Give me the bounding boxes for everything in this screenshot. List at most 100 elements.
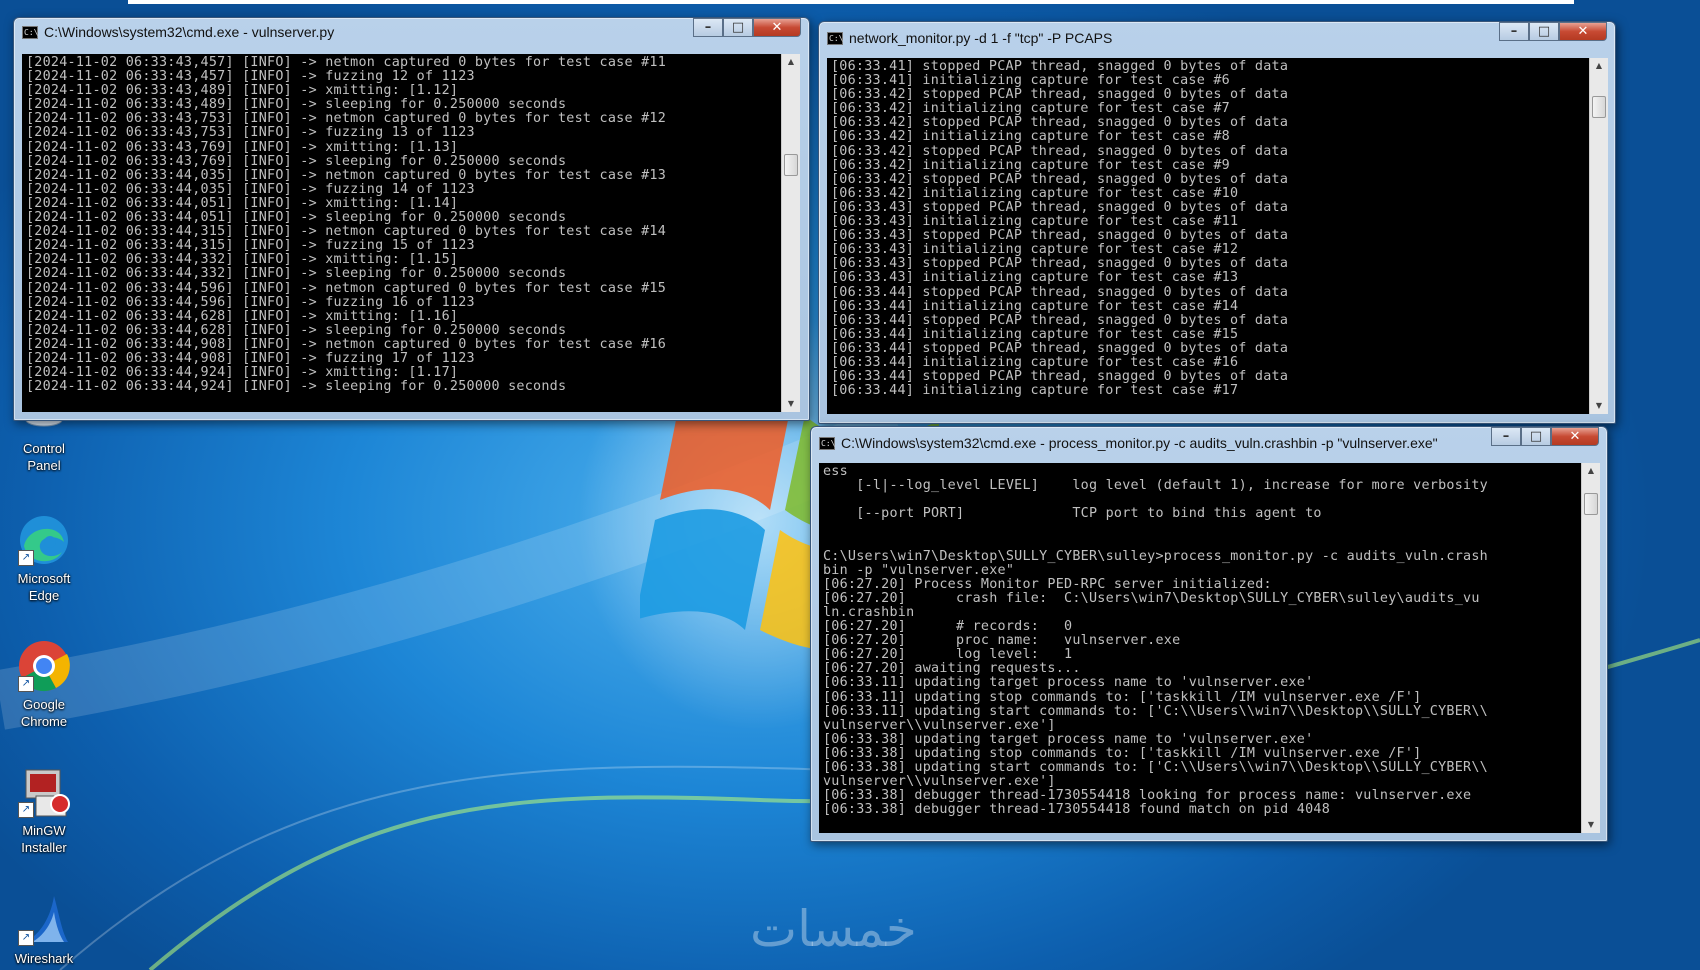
console-line: vulnserver\\vulnserver.exe'] (823, 717, 1056, 733)
window-controls: – □ ✕ (1499, 22, 1607, 41)
scroll-up-arrow-icon[interactable]: ▲ (1590, 58, 1608, 74)
console-line: [2024-11-02 06:33:44,315] [INFO] -> fuzz… (26, 238, 475, 254)
console-line: [2024-11-02 06:33:44,035] [INFO] -> fuzz… (26, 181, 475, 197)
desktop-icon-label: MinGW (22, 823, 66, 838)
scroll-down-arrow-icon[interactable]: ▼ (782, 396, 800, 412)
window-title: C:\Windows\system32\cmd.exe - vulnserver… (44, 24, 335, 40)
console-line: [-l|--log_level LEVEL] log level (defaul… (823, 478, 1488, 494)
console-line: [2024-11-02 06:33:44,628] [INFO] -> xmit… (26, 308, 459, 324)
window-title: network_monitor.py -d 1 -f "tcp" -P PCAP… (849, 30, 1113, 46)
console-line: [2024-11-02 06:33:44,924] [INFO] -> slee… (26, 379, 567, 395)
desktop-icon-edge[interactable]: ↗ Microsoft Edge (8, 512, 80, 604)
console-line: [2024-11-02 06:33:43,769] [INFO] -> xmit… (26, 139, 459, 155)
console-output[interactable]: [06:33.41] stopped PCAP thread, snagged … (827, 58, 1589, 414)
console-line: [06:33.41] stopped PCAP thread, snagged … (831, 59, 1289, 74)
vertical-scrollbar[interactable]: ▲ ▼ (1581, 463, 1600, 833)
scroll-thumb[interactable] (1584, 493, 1598, 515)
desktop-icon-control-panel[interactable]: Control Panel (8, 412, 80, 474)
console-line: [2024-11-02 06:33:43,753] [INFO] -> fuzz… (26, 125, 475, 141)
console-line: [06:33.44] stopped PCAP thread, snagged … (831, 340, 1289, 356)
window-network-monitor[interactable]: C:\ network_monitor.py -d 1 -f "tcp" -P … (818, 21, 1616, 424)
desktop-icon-chrome[interactable]: ↗ Google Chrome (8, 638, 80, 730)
desktop-icon-label: Microsoft (17, 571, 71, 586)
console-line: [06:33.38] updating start commands to: [… (823, 759, 1488, 775)
window-process-monitor[interactable]: C:\ C:\Windows\system32\cmd.exe - proces… (810, 426, 1608, 842)
console-line: [2024-11-02 06:33:43,457] [INFO] -> netm… (26, 55, 667, 70)
console-output[interactable]: [2024-11-02 06:33:43,457] [INFO] -> netm… (22, 54, 781, 412)
console-line: [06:33.43] stopped PCAP thread, snagged … (831, 199, 1289, 215)
console-line: [06:33.44] initializing capture for test… (831, 326, 1239, 342)
console-line: [06:27.20] proc name: vulnserver.exe (823, 633, 1181, 649)
maximize-button[interactable]: □ (1521, 427, 1551, 446)
console-line: [2024-11-02 06:33:44,908] [INFO] -> netm… (26, 336, 667, 352)
maximize-button[interactable]: □ (723, 18, 753, 37)
console-line: [06:27.20] # records: 0 (823, 619, 1073, 635)
window-title-bar[interactable]: C:\ C:\Windows\system32\cmd.exe - proces… (819, 433, 1457, 453)
minimize-button[interactable]: – (1491, 427, 1521, 446)
console-line: [06:33.11] updating start commands to: [… (823, 703, 1488, 719)
shortcut-arrow-icon: ↗ (18, 802, 34, 818)
scroll-thumb[interactable] (1592, 96, 1606, 118)
console-line: [06:33.44] stopped PCAP thread, snagged … (831, 312, 1289, 328)
desktop-icon-wireshark[interactable]: ↗ Wireshark (8, 892, 80, 967)
console-line: [2024-11-02 06:33:44,035] [INFO] -> netm… (26, 167, 667, 183)
console-line: [06:33.43] stopped PCAP thread, snagged … (831, 256, 1289, 272)
shortcut-arrow-icon: ↗ (18, 676, 34, 692)
console-line: [06:33.42] initializing capture for test… (831, 129, 1230, 145)
vertical-scrollbar[interactable]: ▲ ▼ (1589, 58, 1608, 414)
console-line: [06:33.44] stopped PCAP thread, snagged … (831, 284, 1289, 300)
scroll-thumb[interactable] (784, 154, 798, 176)
console-line: [2024-11-02 06:33:43,753] [INFO] -> netm… (26, 111, 667, 127)
console-line: [2024-11-02 06:33:44,628] [INFO] -> slee… (26, 322, 567, 338)
window-title-bar[interactable]: C:\ C:\Windows\system32\cmd.exe - vulnse… (22, 22, 659, 42)
console-line: [2024-11-02 06:33:44,051] [INFO] -> slee… (26, 210, 567, 226)
scroll-down-arrow-icon[interactable]: ▼ (1582, 817, 1600, 833)
close-button[interactable]: ✕ (1559, 22, 1607, 41)
console-line: [06:33.43] initializing capture for test… (831, 270, 1239, 286)
console-line: [06:33.44] initializing capture for test… (831, 383, 1239, 399)
scroll-down-arrow-icon[interactable]: ▼ (1590, 398, 1608, 414)
console-line: ess (823, 464, 848, 479)
console-line: [2024-11-02 06:33:44,596] [INFO] -> fuzz… (26, 294, 475, 310)
console-output[interactable]: ess [-l|--log_level LEVEL] log level (de… (819, 463, 1581, 833)
shortcut-arrow-icon: ↗ (18, 550, 34, 566)
console-line: [06:33.11] updating stop commands to: ['… (823, 689, 1422, 705)
console-line: [06:33.42] initializing capture for test… (831, 157, 1230, 173)
desktop-icon-label: Installer (21, 840, 67, 855)
minimize-button[interactable]: – (1499, 22, 1529, 41)
scroll-up-arrow-icon[interactable]: ▲ (1582, 463, 1600, 479)
console-line: [06:33.42] stopped PCAP thread, snagged … (831, 143, 1289, 159)
console-line: [06:33.44] initializing capture for test… (831, 354, 1239, 370)
vertical-scrollbar[interactable]: ▲ ▼ (781, 54, 800, 412)
maximize-button[interactable]: □ (1529, 22, 1559, 41)
close-button[interactable]: ✕ (753, 18, 801, 37)
window-vulnserver[interactable]: C:\ C:\Windows\system32\cmd.exe - vulnse… (13, 17, 810, 421)
console-line: [06:33.42] initializing capture for test… (831, 101, 1230, 117)
close-button[interactable]: ✕ (1551, 427, 1599, 446)
edge-icon: ↗ (16, 512, 72, 568)
console-line: [06:33.38] updating target process name … (823, 731, 1314, 747)
desktop-icon-label: Edge (28, 588, 60, 603)
desktop-icon-label: Panel (27, 458, 61, 473)
desktop-icon-label: Chrome (20, 714, 68, 729)
top-window-edge (128, 0, 1574, 4)
chrome-icon: ↗ (16, 638, 72, 694)
minimize-button[interactable]: – (693, 18, 723, 37)
console-line: [06:33.42] stopped PCAP thread, snagged … (831, 171, 1289, 187)
cmd-icon: C:\ (827, 31, 844, 45)
console-line: [06:33.41] initializing capture for test… (831, 73, 1230, 89)
console-line: [2024-11-02 06:33:44,332] [INFO] -> slee… (26, 266, 567, 282)
desktop-icon-mingw-installer[interactable]: ↗ MinGW Installer (8, 764, 80, 856)
scroll-up-arrow-icon[interactable]: ▲ (782, 54, 800, 70)
console-line: [06:33.38] debugger thread-1730554418 lo… (823, 788, 1472, 804)
shortcut-arrow-icon: ↗ (18, 930, 34, 946)
console-line: [06:33.43] stopped PCAP thread, snagged … (831, 228, 1289, 244)
console-line: [06:33.42] stopped PCAP thread, snagged … (831, 87, 1289, 103)
console-line: [2024-11-02 06:33:44,315] [INFO] -> netm… (26, 224, 667, 240)
window-title-bar[interactable]: C:\ network_monitor.py -d 1 -f "tcp" -P … (827, 28, 1465, 48)
console-line: [2024-11-02 06:33:44,051] [INFO] -> xmit… (26, 195, 459, 211)
console-line: [06:33.43] initializing capture for test… (831, 242, 1239, 258)
console-line: [06:33.11] updating target process name … (823, 675, 1314, 691)
console-line: [2024-11-02 06:33:44,924] [INFO] -> xmit… (26, 365, 459, 381)
watermark: خمسات (750, 900, 917, 958)
